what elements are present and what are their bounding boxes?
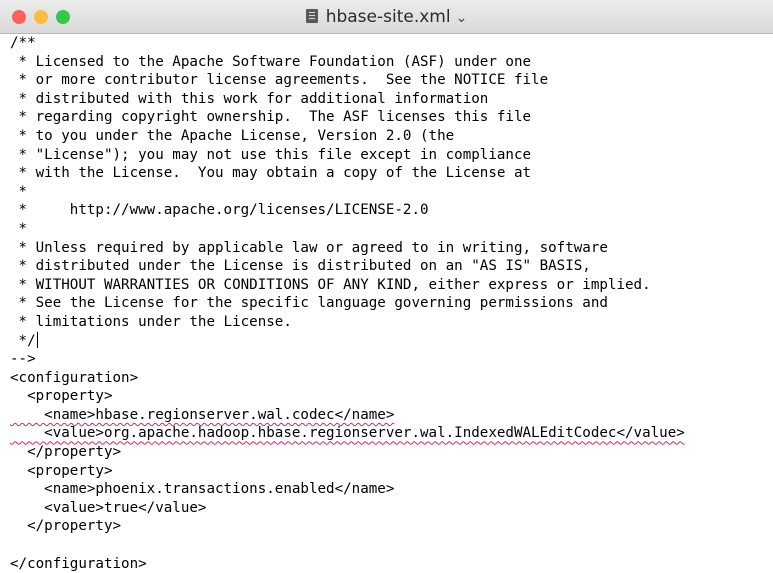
code-line-24: <property>: [10, 462, 113, 479]
code-line-18: -->: [10, 351, 36, 368]
code-line-25: <name>phoenix.transactions.enabled</name…: [10, 481, 395, 498]
code-line-17-text: */: [10, 332, 36, 349]
text-editor[interactable]: /** * Licensed to the Apache Software Fo…: [10, 34, 773, 572]
code-line-16: * limitations under the License.: [10, 313, 292, 330]
code-line-6: * to you under the Apache License, Versi…: [10, 127, 455, 144]
code-line-3: * or more contributor license agreements…: [10, 72, 549, 89]
text-cursor: [36, 331, 38, 348]
code-line-4: * distributed with this work for additio…: [10, 90, 489, 107]
code-line-8: * with the License. You may obtain a cop…: [10, 165, 532, 182]
code-line-22: <value>org.apache.hadoop.hbase.regionser…: [10, 425, 685, 442]
chevron-down-icon[interactable]: ⌄: [456, 10, 468, 26]
code-line-7: * "License"); you may not use this file …: [10, 146, 532, 163]
code-line-12: * Unless required by applicable law or a…: [10, 239, 608, 256]
code-line-11: *: [10, 220, 28, 237]
code-line-10: * http://www.apache.org/licenses/LICENSE…: [10, 202, 429, 219]
code-line-29: </configuration>: [10, 555, 147, 572]
code-line-19: <configuration>: [10, 369, 139, 386]
code-line-5: * regarding copyright ownership. The ASF…: [10, 109, 532, 126]
code-line-26: <value>true</value>: [10, 499, 207, 516]
code-line-9: *: [10, 183, 28, 200]
code-line-1: /**: [10, 35, 36, 51]
title-bar[interactable]: hbase-site.xml ⌄: [0, 0, 773, 34]
document-icon: [305, 9, 318, 23]
code-line-17: */: [10, 331, 773, 351]
code-line-13: * distributed under the License is distr…: [10, 258, 591, 275]
code-line-23: </property>: [10, 444, 122, 461]
code-line-20: <property>: [10, 388, 113, 405]
window-title[interactable]: hbase-site.xml ⌄: [0, 0, 773, 34]
code-line-27: </property>: [10, 518, 122, 535]
code-line-21: <name>hbase.regionserver.wal.codec</name…: [10, 406, 395, 423]
code-line-14: * WITHOUT WARRANTIES OR CONDITIONS OF AN…: [10, 276, 651, 293]
code-line-15: * See the License for the specific langu…: [10, 295, 608, 312]
window-title-text: hbase-site.xml: [325, 7, 451, 27]
code-line-2: * Licensed to the Apache Software Founda…: [10, 53, 532, 70]
